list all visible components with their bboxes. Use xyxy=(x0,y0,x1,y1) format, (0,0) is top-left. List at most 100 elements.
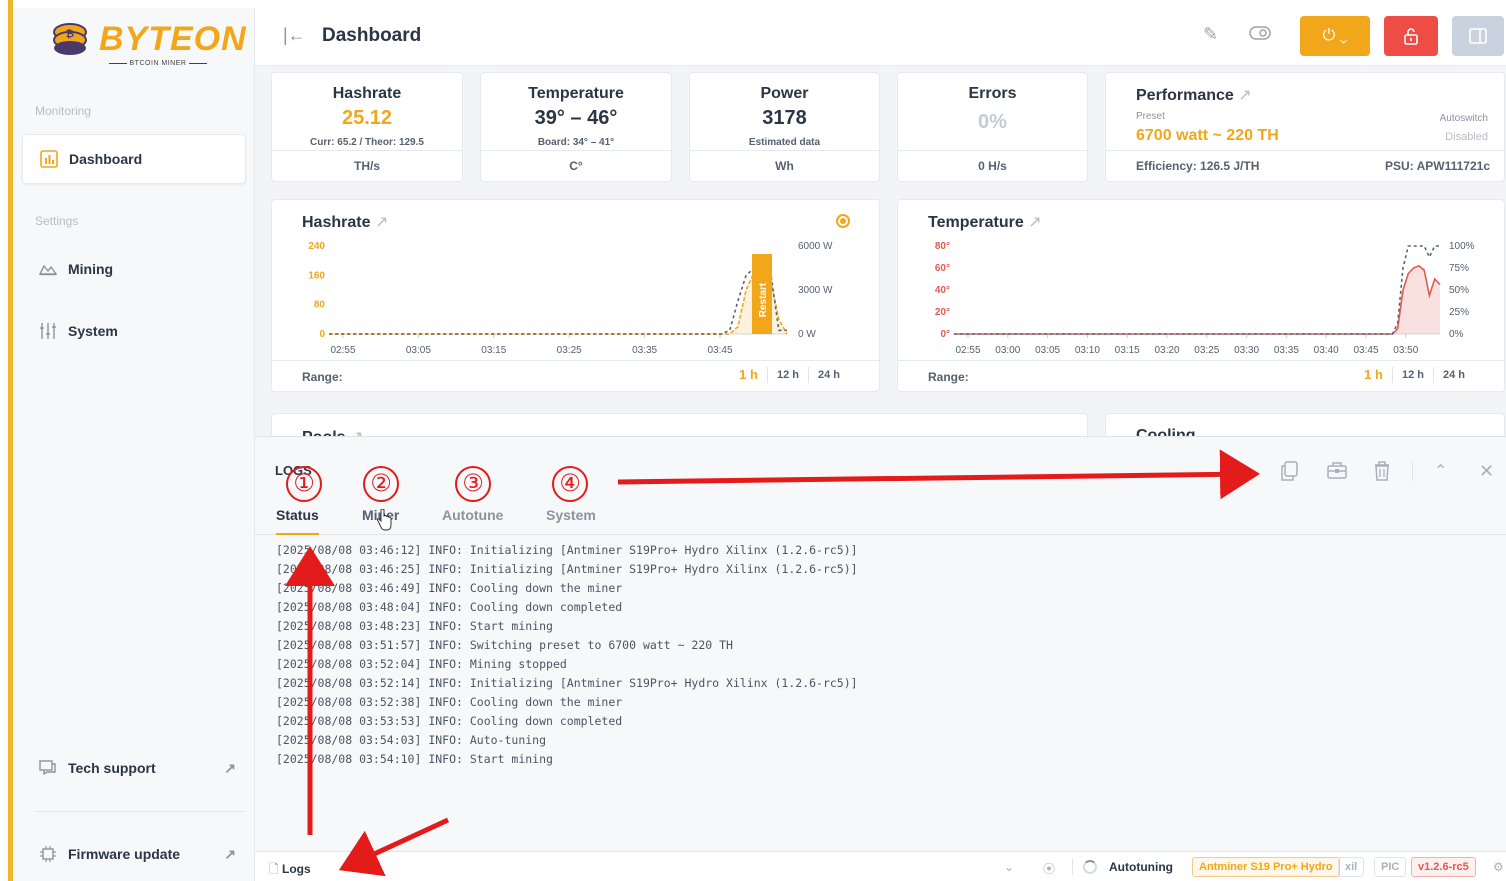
x-tick-label: 03:45 xyxy=(707,345,732,356)
range-label: Range: xyxy=(928,370,969,384)
preset-value: 6700 watt ~ 220 TH xyxy=(1136,127,1279,144)
x-tick-label: 03:25 xyxy=(1194,345,1219,356)
hashrate-chart-title[interactable]: Hashrate ↗ xyxy=(302,212,388,232)
temperature-unit: C° xyxy=(481,150,671,181)
series-area xyxy=(954,265,1440,334)
model-badge: Antminer S19 Pro+ Hydro xyxy=(1192,857,1340,877)
y-tick-label: 0 xyxy=(319,329,325,340)
range-24h[interactable]: 24 h xyxy=(807,367,849,383)
x-tick-label: 03:15 xyxy=(481,345,506,356)
trash-icon[interactable] xyxy=(1374,461,1390,486)
range-12h[interactable]: 12 h xyxy=(766,367,808,383)
efficiency: Efficiency: 126.5 J/TH xyxy=(1136,159,1260,173)
y2-tick-label: 75% xyxy=(1449,263,1469,274)
x-tick-label: 03:00 xyxy=(995,345,1020,356)
sidebar-item-label: Firmware update xyxy=(68,846,181,862)
panel-icon xyxy=(1469,28,1487,44)
x-tick-label: 02:55 xyxy=(955,345,980,356)
close-icon[interactable]: ✕ xyxy=(1479,461,1494,482)
performance-title[interactable]: Performance ↗ xyxy=(1136,85,1252,105)
xil-badge: xil xyxy=(1338,857,1365,877)
collapse-sidebar-icon[interactable]: |← xyxy=(283,25,306,46)
external-link-icon: ↗ xyxy=(224,759,236,776)
unlock-button[interactable] xyxy=(1384,16,1438,56)
sidebar-item-firmware-update[interactable]: Firmware update ↗ xyxy=(22,829,246,879)
log-line: [2025/08/08 03:53:53] INFO: Cooling down… xyxy=(276,714,623,728)
main-content: |← Dashboard ✎ ⏻ ⌄ Hashrate 25.12 Curr: … xyxy=(255,8,1506,881)
y2-tick-label: 50% xyxy=(1449,285,1469,296)
errors-card: Errors 0% 0 H/s xyxy=(897,72,1088,182)
log-output: [2025/08/08 03:46:12] INFO: Initializing… xyxy=(276,541,858,769)
log-line: [2025/08/08 03:46:49] INFO: Cooling down… xyxy=(276,581,623,595)
sliders-icon xyxy=(38,321,58,341)
y-tick-label: 40° xyxy=(935,285,950,296)
autoswitch-value: Disabled xyxy=(1445,131,1488,143)
range-1h[interactable]: 1 h xyxy=(1355,367,1392,383)
logs-toggle-label: Logs xyxy=(282,862,311,876)
range-1h[interactable]: 1 h xyxy=(730,367,767,383)
collapse-panel-icon[interactable]: ⌃ xyxy=(1434,461,1447,481)
sidebar-item-tech-support[interactable]: Tech support ↗ xyxy=(22,743,246,793)
x-tick-label: 03:05 xyxy=(406,345,431,356)
logs-toggle[interactable]: 🗋 Logs xyxy=(269,860,311,881)
temperature-card: Temperature 39° – 46° Board: 34° – 41° C… xyxy=(480,72,672,182)
tab-status[interactable]: Status xyxy=(276,507,319,535)
performance-title-text: Performance xyxy=(1136,87,1234,104)
tools-divider xyxy=(1412,461,1413,481)
tab-system[interactable]: System xyxy=(546,507,596,533)
toggle-icon[interactable] xyxy=(1249,24,1271,45)
external-link-icon: ↗ xyxy=(1028,214,1042,231)
series-line-0 xyxy=(329,268,788,335)
x-tick-label: 03:25 xyxy=(557,345,582,356)
sidebar-item-system[interactable]: System xyxy=(22,306,246,356)
focus-icon[interactable]: ⦿ xyxy=(1043,860,1055,877)
range-24h[interactable]: 24 h xyxy=(1432,367,1474,383)
log-line: [2025/08/08 03:52:38] INFO: Cooling down… xyxy=(276,695,623,709)
brand-logo[interactable]: ₿ BYTEON BTCOIN MINER xyxy=(49,16,246,72)
panel-toggle-button[interactable] xyxy=(1452,16,1504,56)
hashrate-range: Range: 1 h 12 h 24 h xyxy=(272,360,879,391)
power-title: Power xyxy=(760,85,809,102)
series-area xyxy=(329,269,787,334)
chevron-down-icon[interactable]: ⌄ xyxy=(1004,860,1014,874)
settings-icon[interactable]: ⚙ xyxy=(1493,860,1504,874)
temperature-title: Temperature xyxy=(528,85,624,102)
brand-name: BYTEON xyxy=(99,20,247,58)
tab-autotune[interactable]: Autotune xyxy=(442,507,503,533)
y2-tick-label: 100% xyxy=(1449,241,1475,252)
copy-icon[interactable] xyxy=(1280,461,1298,486)
sidebar-item-mining[interactable]: Mining xyxy=(22,244,246,294)
sidebar-item-label: Dashboard xyxy=(69,151,143,167)
archive-icon[interactable] xyxy=(1327,461,1347,484)
sidebar: ₿ BYTEON BTCOIN MINER Monitoring Dashboa… xyxy=(13,8,255,881)
log-line: [2025/08/08 03:48:23] INFO: Start mining xyxy=(276,619,553,633)
target-icon[interactable] xyxy=(836,214,850,228)
annotation-number-1: ① xyxy=(286,466,322,502)
performance-card: Performance ↗ Preset 6700 watt ~ 220 TH … xyxy=(1105,72,1505,182)
range-label: Range: xyxy=(302,370,343,384)
x-tick-label: 02:55 xyxy=(330,345,355,356)
temperature-value: 39° – 46° xyxy=(534,107,618,129)
x-tick-label: 03:05 xyxy=(1035,345,1060,356)
series-line-1 xyxy=(954,245,1440,335)
version-badge: v1.2.6-rc5 xyxy=(1411,857,1476,877)
power-unit: Wh xyxy=(690,150,879,181)
y-tick-label: 160 xyxy=(308,270,325,281)
sidebar-item-dashboard[interactable]: Dashboard xyxy=(22,134,246,184)
power-sub: Estimated data xyxy=(748,137,821,148)
sidebar-item-label: Mining xyxy=(68,261,114,277)
range-12h[interactable]: 12 h xyxy=(1391,367,1433,383)
hand-cursor-icon xyxy=(376,509,392,531)
log-line: [2025/08/08 03:48:04] INFO: Cooling down… xyxy=(276,600,623,614)
series-line-1 xyxy=(329,267,787,335)
series-line-0 xyxy=(954,264,1441,335)
status-bar: 🗋 Logs ⌄ ⦿ Autotuning Antminer S19 Pro+ … xyxy=(255,851,1506,881)
power-menu-button[interactable]: ⏻ ⌄ xyxy=(1300,16,1370,56)
edit-icon[interactable]: ✎ xyxy=(1203,24,1218,45)
range-options: 1 h 12 h 24 h xyxy=(1355,367,1474,383)
y-tick-label: 20° xyxy=(935,307,950,318)
x-tick-label: 03:10 xyxy=(1075,345,1100,356)
temperature-chart-title[interactable]: Temperature ↗ xyxy=(928,212,1042,232)
y-tick-label: 0° xyxy=(940,329,950,340)
errors-unit: 0 H/s xyxy=(898,150,1087,181)
